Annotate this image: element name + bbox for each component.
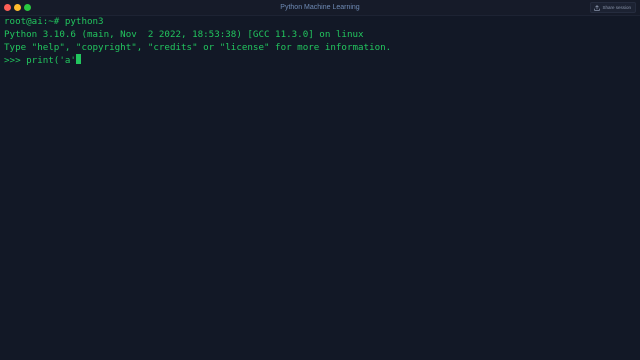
title-bar: Python Machine Learning Share session [0, 0, 640, 16]
terminal-line: Type "help", "copyright", "credits" or "… [4, 42, 392, 53]
terminal-window: Python Machine Learning Share session ro… [0, 0, 640, 360]
window-title: Python Machine Learning [280, 4, 360, 11]
terminal-line: root@ai:~# python3 [4, 16, 104, 27]
share-icon [594, 4, 601, 11]
prompt-line[interactable]: >>> print('a' [4, 54, 640, 67]
share-session-label: Share session [602, 5, 631, 10]
terminal-output[interactable]: root@ai:~# python3 Python 3.10.6 (main, … [4, 15, 640, 360]
prompt-input-text: >>> print('a' [4, 55, 76, 66]
text-cursor [75, 54, 82, 64]
share-session-button[interactable]: Share session [590, 2, 636, 13]
terminal-line: Python 3.10.6 (main, Nov 2 2022, 18:53:3… [4, 29, 364, 40]
